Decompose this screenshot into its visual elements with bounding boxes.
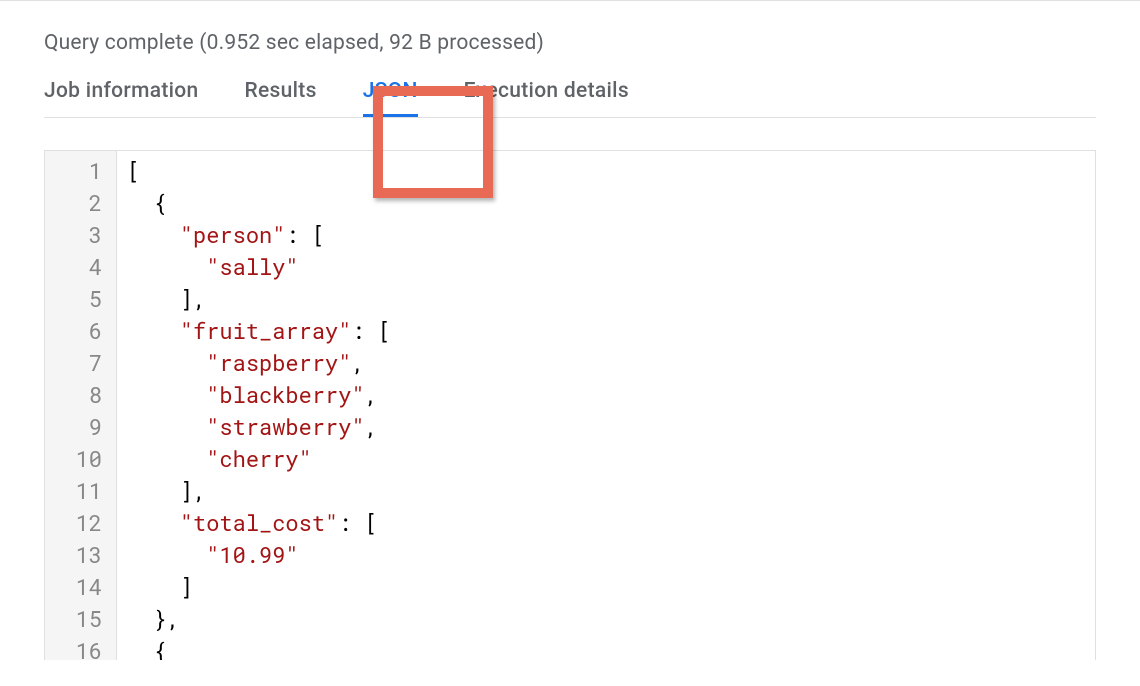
code-content[interactable]: [ { "person": [ "sally" ], "fruit_array"…	[117, 151, 391, 660]
query-status: Query complete (0.952 sec elapsed, 92 B …	[44, 31, 1140, 55]
top-divider	[0, 0, 1140, 1]
line-number-gutter: 12345678910111213141516	[45, 151, 117, 660]
tab-job-information[interactable]: Job information	[44, 79, 198, 117]
tab-json[interactable]: JSON	[363, 79, 418, 117]
tab-results[interactable]: Results	[244, 79, 316, 117]
code-editor[interactable]: 12345678910111213141516 [ { "person": [ …	[44, 150, 1096, 660]
results-tabs: Job information Results JSON Execution d…	[44, 79, 1096, 118]
tab-execution-details[interactable]: Execution details	[464, 79, 629, 117]
